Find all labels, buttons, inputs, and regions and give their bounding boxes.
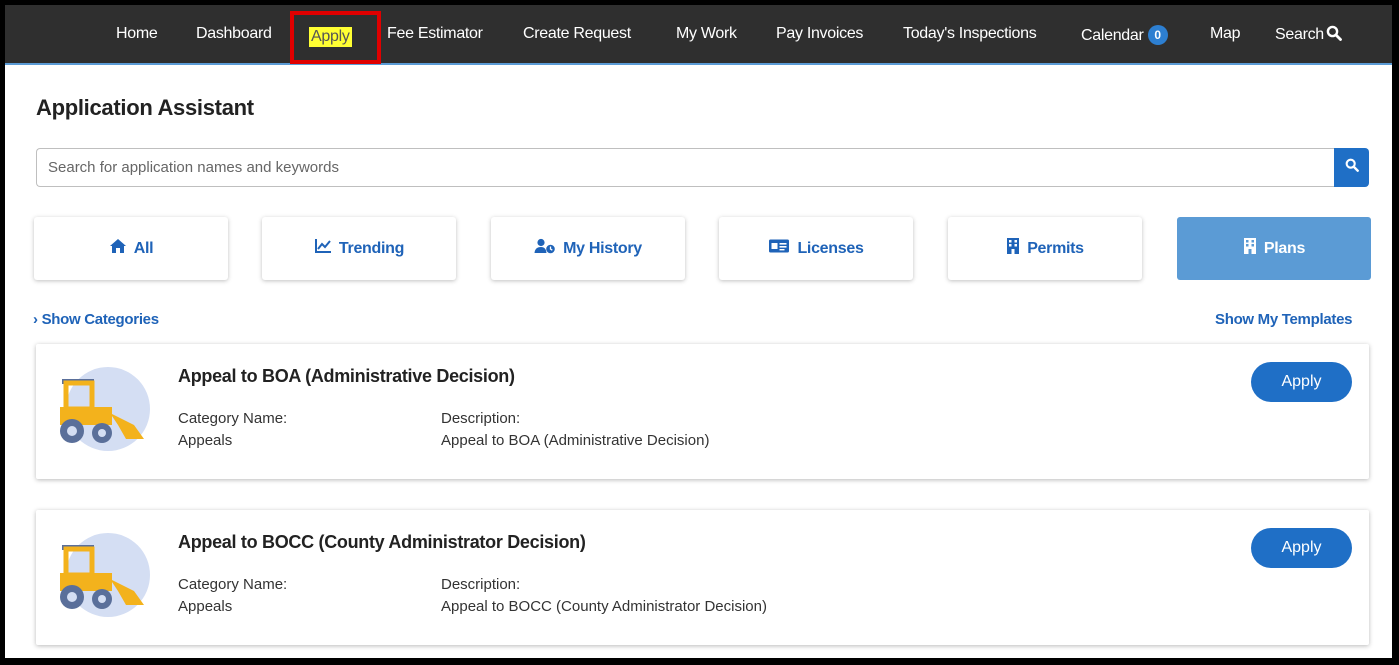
apply-button[interactable]: Apply — [1251, 362, 1352, 402]
tile-trending[interactable]: Trending — [262, 217, 456, 280]
tile-permits[interactable]: Permits — [948, 217, 1142, 280]
nav-apply-highlight-box: Apply — [290, 11, 381, 64]
building-icon — [1006, 237, 1027, 260]
tile-licenses[interactable]: Licenses — [719, 217, 913, 280]
bulldozer-icon — [48, 529, 158, 619]
nav-calendar-label: Calendar — [1081, 27, 1144, 44]
tile-all-label: All — [133, 239, 154, 257]
id-card-icon — [768, 238, 797, 259]
top-navigation-bar: Home Dashboard Apply Fee Estimator Creat… — [5, 5, 1392, 65]
application-card: Appeal to BOCC (County Administrator Dec… — [36, 510, 1369, 645]
nav-search[interactable]: Search — [1275, 25, 1342, 46]
category-label: Category Name: — [178, 576, 288, 593]
apply-button[interactable]: Apply — [1251, 528, 1352, 568]
show-categories-link[interactable]: › Show Categories — [33, 311, 159, 328]
tile-licenses-label: Licenses — [797, 239, 864, 257]
tile-trending-label: Trending — [338, 239, 405, 257]
nav-create-request[interactable]: Create Request — [523, 25, 631, 43]
nav-calendar[interactable]: Calendar 0 — [1081, 25, 1168, 45]
description-value: Appeal to BOCC (County Administrator Dec… — [441, 598, 767, 615]
search-button[interactable] — [1334, 148, 1369, 187]
description-value: Appeal to BOA (Administrative Decision) — [441, 432, 710, 449]
show-categories-label: Show Categories — [41, 311, 160, 328]
nav-dashboard[interactable]: Dashboard — [196, 25, 272, 43]
tile-permits-label: Permits — [1027, 239, 1084, 257]
description-label: Description: — [441, 410, 521, 427]
users-history-icon — [534, 238, 563, 259]
application-search-input[interactable] — [36, 148, 1337, 187]
nav-pay-invoices[interactable]: Pay Invoices — [776, 25, 863, 43]
search-icon — [1326, 25, 1342, 46]
tile-my-history[interactable]: My History — [491, 217, 685, 280]
card-title: Appeal to BOCC (County Administrator Dec… — [178, 532, 586, 552]
nav-fee-estimator[interactable]: Fee Estimator — [387, 25, 483, 43]
nav-home[interactable]: Home — [116, 25, 158, 43]
home-icon — [109, 238, 134, 259]
nav-map[interactable]: Map — [1210, 25, 1241, 43]
tile-plans-label: Plans — [1263, 239, 1306, 257]
show-my-templates-link[interactable]: Show My Templates — [1215, 311, 1352, 328]
page-title: Application Assistant — [36, 95, 254, 120]
nav-my-work[interactable]: My Work — [676, 25, 737, 43]
search-icon — [1345, 158, 1359, 177]
nav-search-label: Search — [1275, 26, 1324, 43]
tile-my-history-label: My History — [563, 239, 642, 257]
application-card: Appeal to BOA (Administrative Decision) … — [36, 344, 1369, 479]
building-icon — [1243, 237, 1264, 260]
tile-plans[interactable]: Plans — [1177, 217, 1371, 280]
tile-all[interactable]: All — [34, 217, 228, 280]
nav-todays-inspections[interactable]: Today's Inspections — [903, 25, 1037, 43]
bulldozer-icon — [48, 363, 158, 453]
description-label: Description: — [441, 576, 521, 593]
app-window: Home Dashboard Apply Fee Estimator Creat… — [5, 5, 1392, 658]
card-title: Appeal to BOA (Administrative Decision) — [178, 366, 515, 386]
category-value: Appeals — [178, 432, 233, 449]
nav-apply[interactable]: Apply — [309, 27, 352, 47]
trending-chart-icon — [314, 238, 339, 259]
category-label: Category Name: — [178, 410, 288, 427]
chevron-right-icon: › — [33, 311, 38, 328]
calendar-count-badge: 0 — [1147, 25, 1168, 45]
category-value: Appeals — [178, 598, 233, 615]
